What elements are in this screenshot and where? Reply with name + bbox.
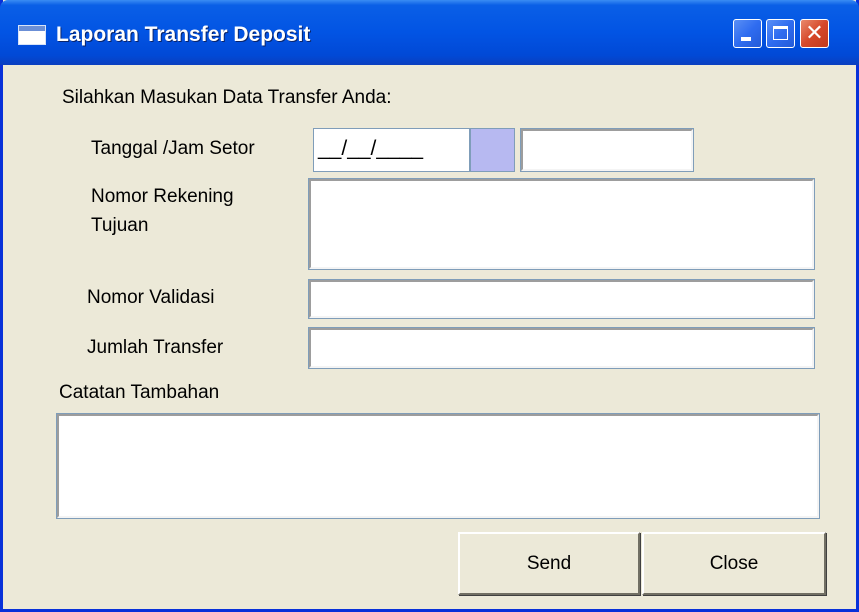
instruction-text: Silahkan Masukan Data Transfer Anda: xyxy=(62,87,392,108)
minimize-button[interactable] xyxy=(733,19,762,48)
rekening-label-line1: Nomor Rekening xyxy=(91,186,234,207)
close-button[interactable]: Close xyxy=(642,532,826,595)
minimize-icon xyxy=(741,37,751,41)
title-bar[interactable]: Laporan Transfer Deposit ✕ xyxy=(0,0,859,65)
maximize-icon xyxy=(773,26,788,40)
catatan-label: Catatan Tambahan xyxy=(59,382,220,403)
rekening-label-line2: Tujuan xyxy=(91,215,149,236)
close-icon: ✕ xyxy=(805,21,824,46)
date-input[interactable]: __/__/____ xyxy=(313,128,470,172)
send-button[interactable]: Send xyxy=(458,532,640,595)
nomor-validasi-input[interactable] xyxy=(308,279,815,319)
app-window-icon xyxy=(18,25,46,45)
validasi-label: Nomor Validasi xyxy=(87,287,215,308)
tanggal-jam-label: Tanggal /Jam Setor xyxy=(91,138,255,159)
time-input[interactable] xyxy=(520,128,694,172)
close-window-button[interactable]: ✕ xyxy=(800,19,829,48)
jumlah-label: Jumlah Transfer xyxy=(87,337,224,358)
date-spin-button[interactable] xyxy=(470,128,515,172)
catatan-tambahan-input[interactable] xyxy=(56,413,820,519)
window-title: Laporan Transfer Deposit xyxy=(56,23,311,46)
maximize-button[interactable] xyxy=(766,19,795,48)
rekening-tujuan-input[interactable] xyxy=(308,178,815,270)
jumlah-transfer-input[interactable] xyxy=(308,327,815,369)
